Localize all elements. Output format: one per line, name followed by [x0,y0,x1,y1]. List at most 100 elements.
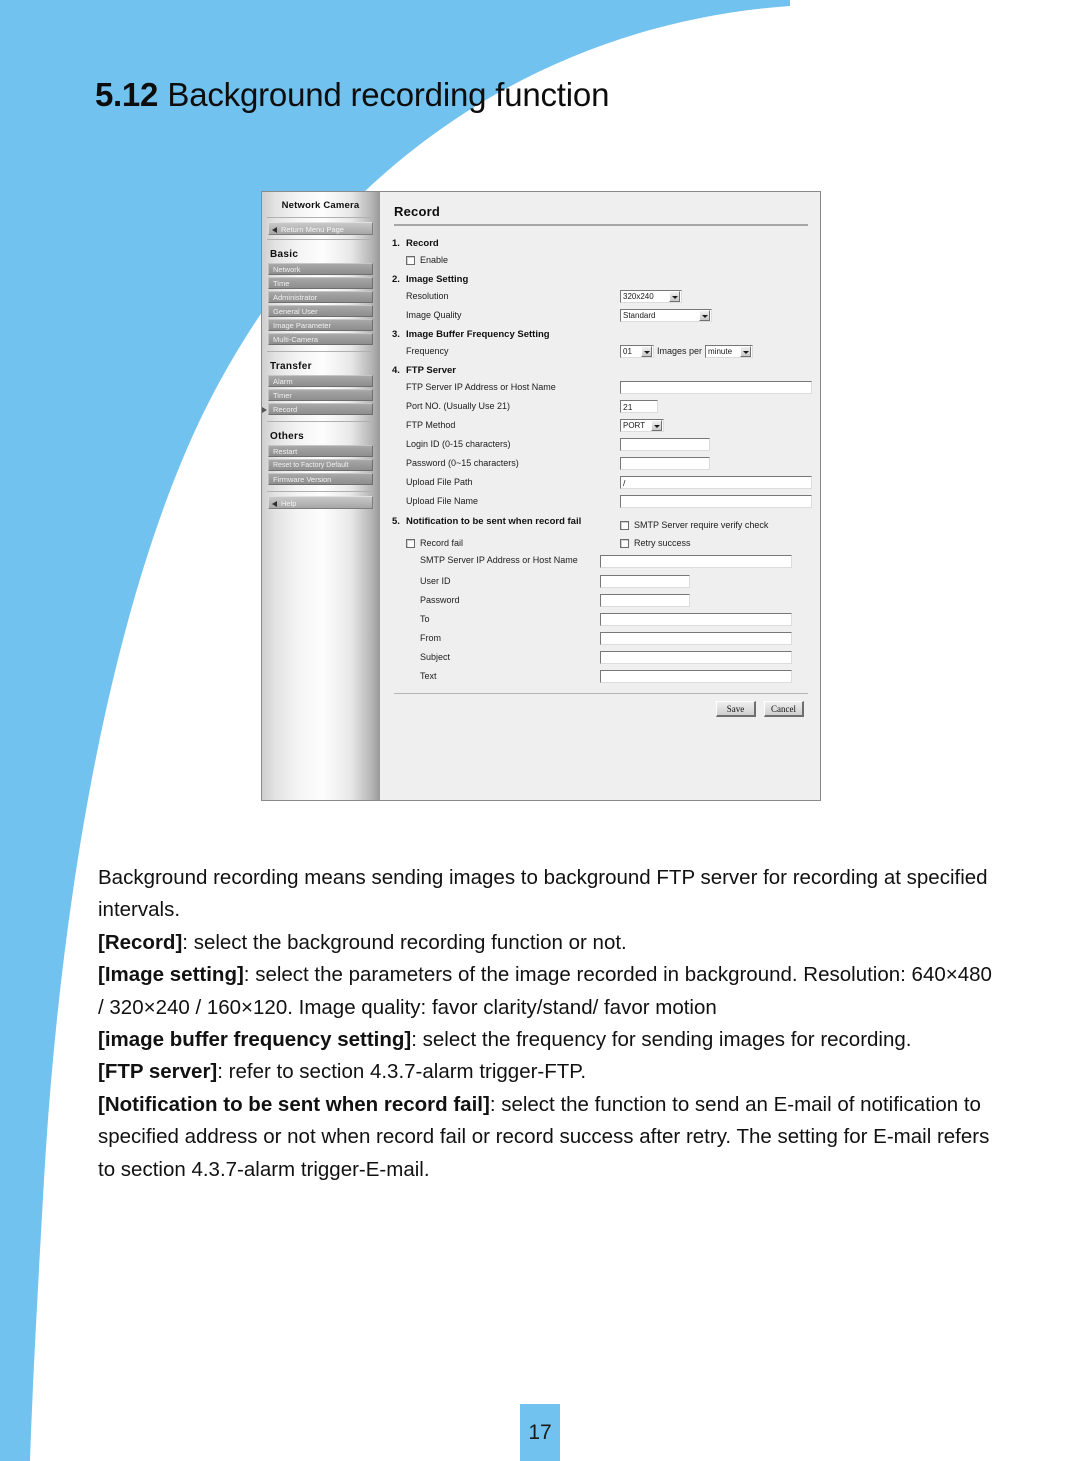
section-notification-heading-row: 5. Notification to be sent when record f… [392,513,812,530]
frequency-unit-select[interactable]: minute [705,344,754,358]
smtp-from-input[interactable] [600,631,792,645]
chevron-down-icon[interactable] [740,345,752,357]
record-enable-checkbox-row[interactable]: Enable [392,255,448,265]
section-notification-number: 5. [392,516,400,527]
paragraph-record: [Record]: select the background recordin… [98,927,998,959]
ftp-upload-path-input[interactable]: / [620,475,812,489]
sidebar-help-link[interactable]: Help [268,496,373,509]
ftp-method-select[interactable]: PORT [620,418,664,432]
section-image-setting-number: 2. [392,274,400,285]
smtp-user-id-input[interactable] [600,574,690,588]
section-buffer-frequency-label: Image Buffer Frequency Setting [406,329,550,340]
sidebar-item-alarm[interactable]: Alarm [268,375,373,387]
smtp-text-label: Text [420,671,437,681]
sidebar-group-basic-title: Basic [270,249,299,260]
sidebar-item-network-wrap: Network [262,263,379,275]
row-resolution: Resolution 320x240 [392,289,812,303]
triangle-left-icon [272,500,277,507]
paragraph-buffer-frequency-label: [image buffer frequency setting] [98,1028,412,1052]
image-quality-select[interactable]: Standard [620,308,712,322]
chevron-down-icon[interactable] [641,345,652,357]
ftp-host-label: FTP Server IP Address or Host Name [406,382,556,392]
resolution-label: Resolution [406,291,449,301]
sidebar-item-timer-wrap: Timer [262,389,379,401]
frequency-count-select[interactable]: 01 [620,344,654,358]
cancel-button[interactable]: Cancel [764,701,804,717]
save-button[interactable]: Save [716,701,756,717]
image-quality-value: Standard [623,310,656,320]
sidebar-item-general-user[interactable]: General User [268,305,373,317]
sidebar-item-administrator[interactable]: Administrator [268,291,373,303]
smtp-text-input[interactable] [600,669,792,683]
sidebar-item-image-parameter[interactable]: Image Parameter [268,319,373,331]
sidebar-item-restart[interactable]: Restart [268,445,373,457]
ftp-port-label: Port NO. (Usually Use 21) [406,401,511,411]
ftp-host-input[interactable] [620,380,812,394]
row-smtp-to: To [392,612,812,626]
sidebar-divider-transfer [267,351,374,352]
smtp-host-input[interactable] [600,555,792,568]
chevron-down-icon[interactable] [699,309,710,321]
section-title: Background recording function [167,76,610,113]
smtp-verify-checkbox[interactable] [620,520,629,530]
body-text: Background recording means sending image… [98,862,998,1186]
ftp-login-input[interactable] [620,437,710,451]
smtp-verify-checkbox-row[interactable]: SMTP Server require verify check [620,520,768,530]
row-ftp-port: Port NO. (Usually Use 21) 21 [392,399,812,413]
smtp-to-input[interactable] [600,612,792,626]
section-notification-label: Notification to be sent when record fail [406,516,582,527]
sidebar-item-time[interactable]: Time [268,277,373,289]
sidebar-item-firmware-version[interactable]: Firmware Version [268,473,373,485]
smtp-password-input[interactable] [600,593,690,607]
sidebar-item-record[interactable]: Record [268,403,373,415]
row-image-quality: Image Quality Standard [392,308,812,322]
section-image-setting-heading: 2. Image Setting [392,274,812,285]
section-notification-heading: 5. Notification to be sent when record f… [392,516,620,527]
ftp-password-label: Password (0~15 characters) [406,458,519,468]
ftp-password-input[interactable] [620,456,710,470]
row-ftp-login: Login ID (0-15 characters) [392,437,812,451]
paragraph-notification-label: [Notification to be sent when record fai… [98,1092,490,1116]
sidebar-item-administrator-wrap: Administrator [262,291,379,303]
sidebar-item-network[interactable]: Network [268,263,373,275]
sidebar-return-menu-page[interactable]: Return Menu Page [268,222,373,235]
smtp-host-label: SMTP Server IP Address or Host Name [420,555,578,565]
retry-success-checkbox-row[interactable]: Retry success [620,538,691,548]
smtp-subject-label: Subject [420,652,451,662]
sidebar-divider-top [267,217,374,218]
ftp-login-label: Login ID (0-15 characters) [406,439,511,449]
record-fail-checkbox[interactable] [406,538,415,548]
record-enable-label: Enable [420,255,449,265]
sidebar-divider-help [267,491,374,492]
section-image-setting-label: Image Setting [406,274,469,285]
image-quality-label: Image Quality [406,310,462,320]
resolution-select[interactable]: 320x240 [620,289,682,303]
section-record-number: 1. [392,238,400,249]
sidebar-divider-others [267,421,374,422]
row-smtp-from: From [392,631,812,645]
record-enable-checkbox[interactable] [406,255,415,265]
record-fail-checkbox-row[interactable]: Record fail [392,538,620,548]
row-ftp-method: FTP Method PORT [392,418,812,432]
sidebar-item-firmware-version-wrap: Firmware Version [262,473,379,485]
smtp-subject-input[interactable] [600,650,792,664]
chevron-down-icon[interactable] [651,419,662,431]
sidebar-item-multi-camera-wrap: Multi-Camera [262,333,379,345]
sidebar-item-reset-to-factory-default[interactable]: Reset to Factory Default [268,459,373,471]
resolution-value: 320x240 [623,291,654,301]
sidebar-item-image-parameter-wrap: Image Parameter [262,319,379,331]
sidebar-item-timer[interactable]: Timer [268,389,373,401]
ftp-upload-filename-input[interactable] [620,494,812,508]
sidebar-item-multi-camera[interactable]: Multi-Camera [268,333,373,345]
frequency-unit-value: minute [708,346,733,356]
retry-success-checkbox[interactable] [620,538,629,548]
camera-web-ui-screenshot: Network Camera Return Menu Page Basic Ne… [261,191,821,801]
frequency-label: Frequency [406,346,449,356]
chevron-down-icon[interactable] [669,290,680,302]
section-buffer-frequency-number: 3. [392,329,400,340]
sidebar-item-record-wrap: Record [262,403,379,415]
ftp-port-input[interactable]: 21 [620,399,658,413]
paragraph-image-setting-label: [Image setting] [98,963,244,987]
sidebar-help-label: Help [281,499,297,508]
row-smtp-user-id: User ID [392,574,812,588]
